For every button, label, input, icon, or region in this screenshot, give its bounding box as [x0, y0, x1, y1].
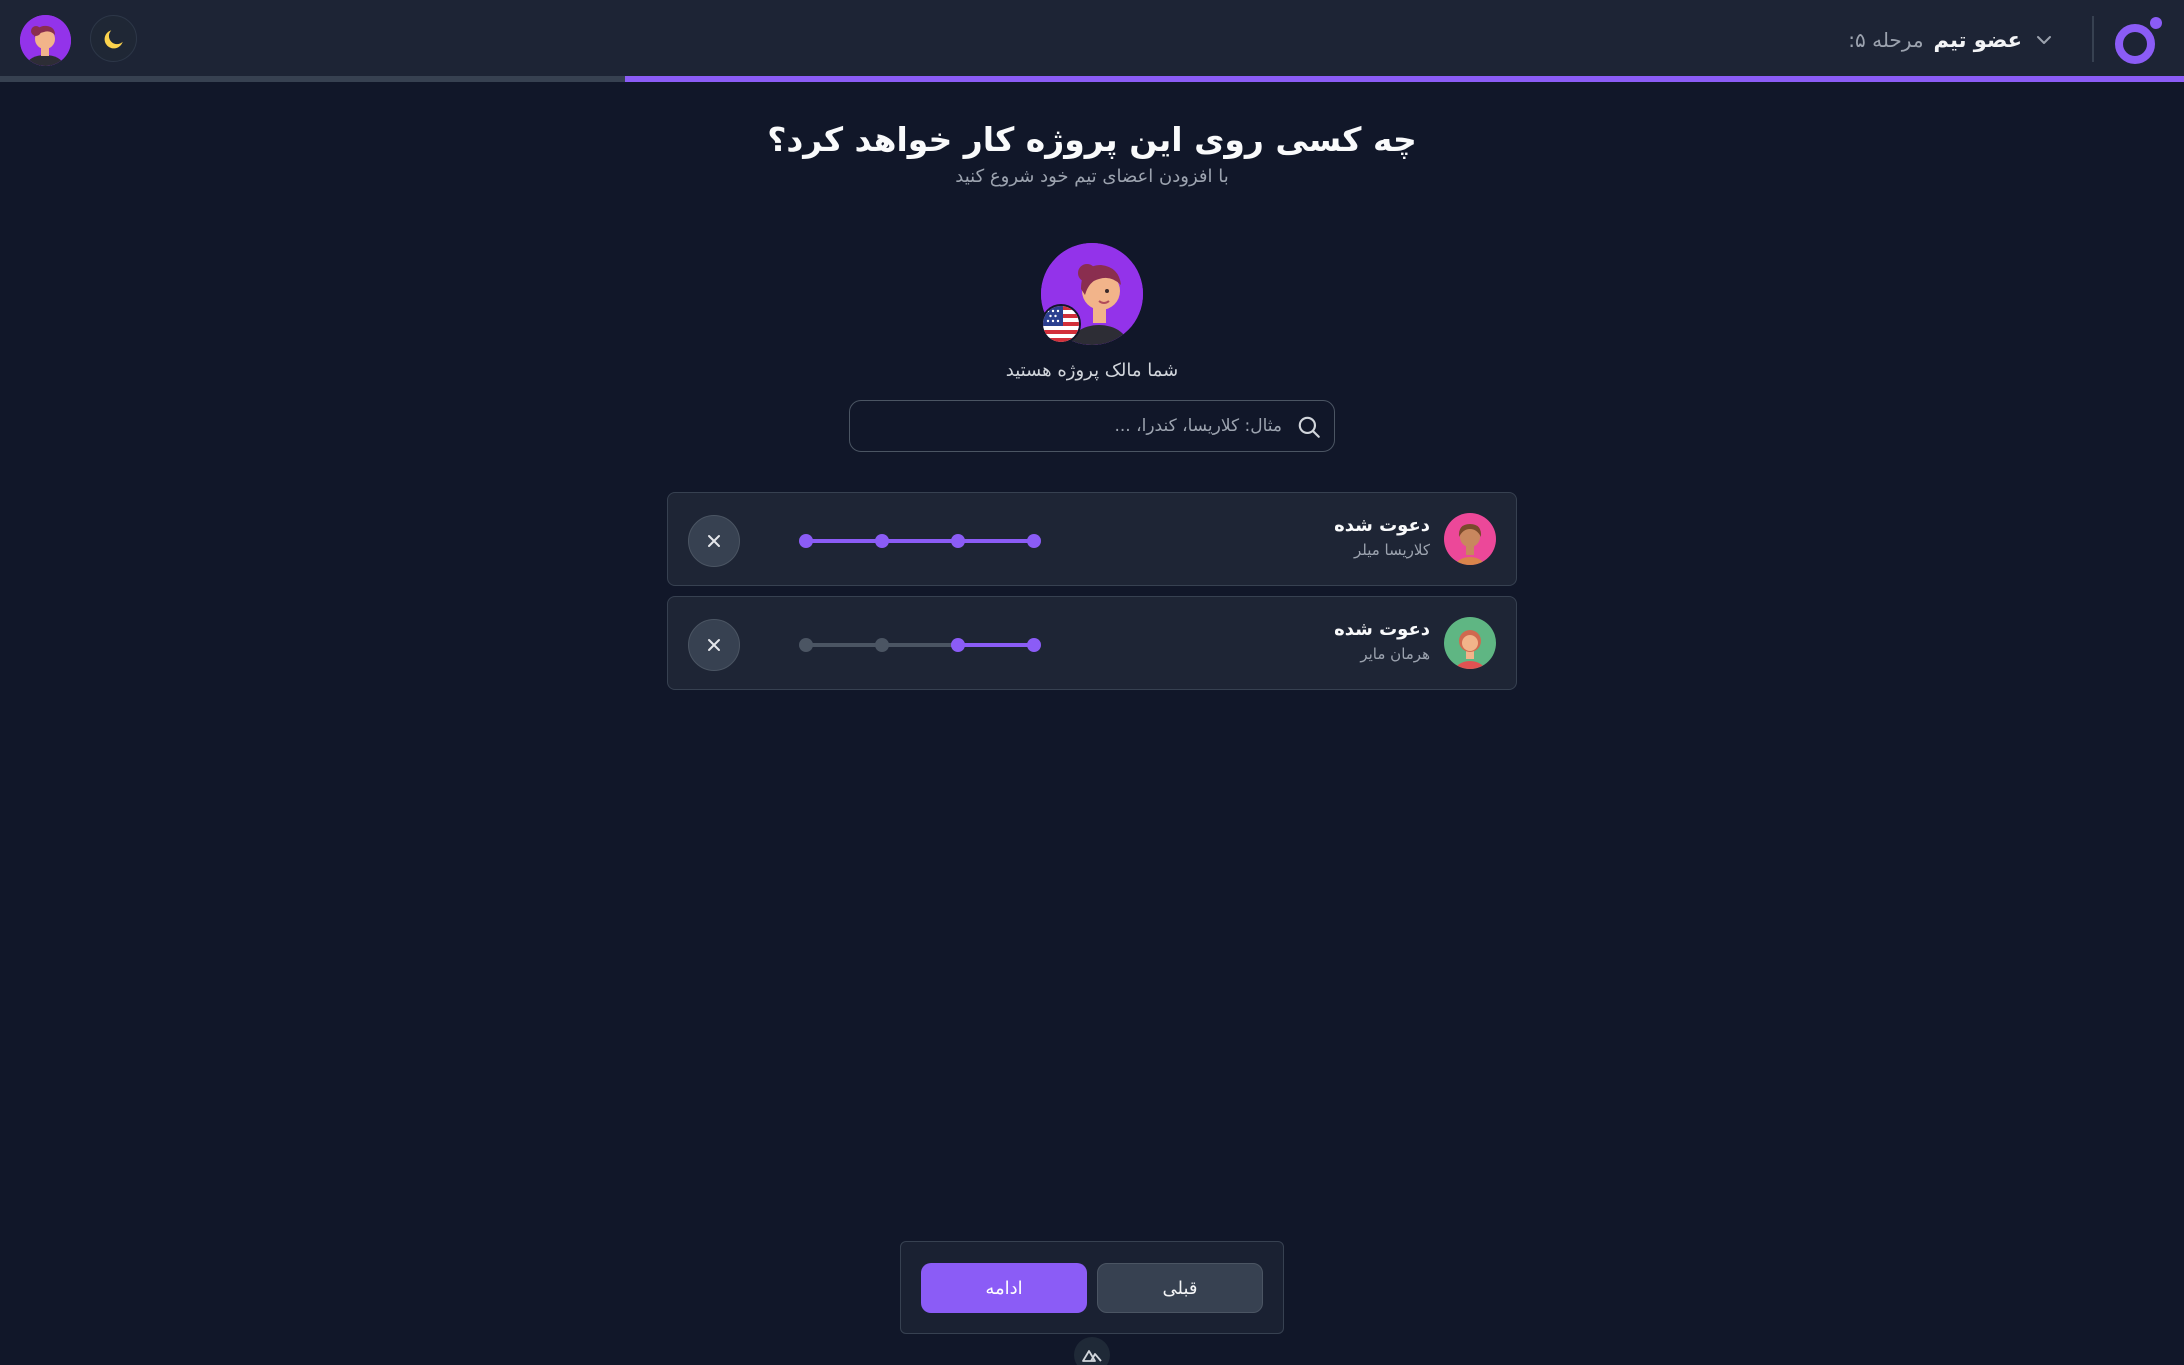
remove-member-button[interactable] — [688, 619, 740, 671]
level-slider[interactable] — [788, 521, 1048, 561]
slider-stop[interactable] — [875, 638, 889, 652]
logo-icon[interactable] — [2114, 16, 2164, 66]
flag-us-icon — [1041, 304, 1081, 344]
step-selector[interactable]: مرحله ۵: عضو تیم — [1848, 20, 2064, 60]
previous-button[interactable]: قبلی — [1097, 1263, 1263, 1313]
search-box — [849, 400, 1335, 452]
footer-actions: ادامه قبلی — [900, 1241, 1284, 1334]
slider-stop[interactable] — [1027, 638, 1041, 652]
owner-label: شما مالک پروژه هستید — [1005, 360, 1179, 381]
step-label: مرحله ۵: — [1848, 28, 1924, 52]
search-input[interactable] — [862, 401, 1282, 451]
progress-bar — [0, 76, 2184, 82]
search-icon — [1298, 416, 1320, 438]
page-title: چه کسی روی این پروژه کار خواهد کرد؟ — [767, 120, 1417, 159]
page-subtitle: با افزودن اعضای تیم خود شروع کنید — [955, 166, 1229, 187]
close-icon — [708, 639, 720, 651]
chevron-down-icon[interactable] — [2032, 28, 2056, 52]
slider-stop[interactable] — [951, 534, 965, 548]
slider-stop[interactable] — [799, 638, 813, 652]
continue-button[interactable]: ادامه — [921, 1263, 1087, 1313]
member-card: دعوت شده کلاریسا میلر — [667, 492, 1517, 586]
member-card: دعوت شده هرمان مایر — [667, 596, 1517, 690]
member-status: دعوت شده — [1334, 515, 1430, 536]
moon-icon — [104, 29, 123, 48]
user-avatar[interactable] — [20, 15, 71, 66]
member-name: کلاریسا میلر — [1353, 541, 1430, 559]
member-avatar — [1444, 617, 1496, 669]
slider-stop[interactable] — [875, 534, 889, 548]
level-slider[interactable] — [788, 625, 1048, 665]
close-icon — [708, 535, 720, 547]
slider-stop[interactable] — [951, 638, 965, 652]
slider-stop[interactable] — [1027, 534, 1041, 548]
member-name: هرمان مایر — [1360, 645, 1430, 663]
header-divider — [2092, 16, 2094, 62]
slider-stop[interactable] — [799, 534, 813, 548]
member-avatar — [1444, 513, 1496, 565]
step-name: عضو تیم — [1933, 28, 2022, 52]
theme-toggle-button[interactable] — [90, 15, 137, 62]
member-status: دعوت شده — [1334, 619, 1430, 640]
nuxt-icon[interactable] — [1074, 1337, 1110, 1365]
remove-member-button[interactable] — [688, 515, 740, 567]
progress-fill — [624, 76, 2184, 82]
top-bar: مرحله ۵: عضو تیم — [0, 0, 2184, 76]
